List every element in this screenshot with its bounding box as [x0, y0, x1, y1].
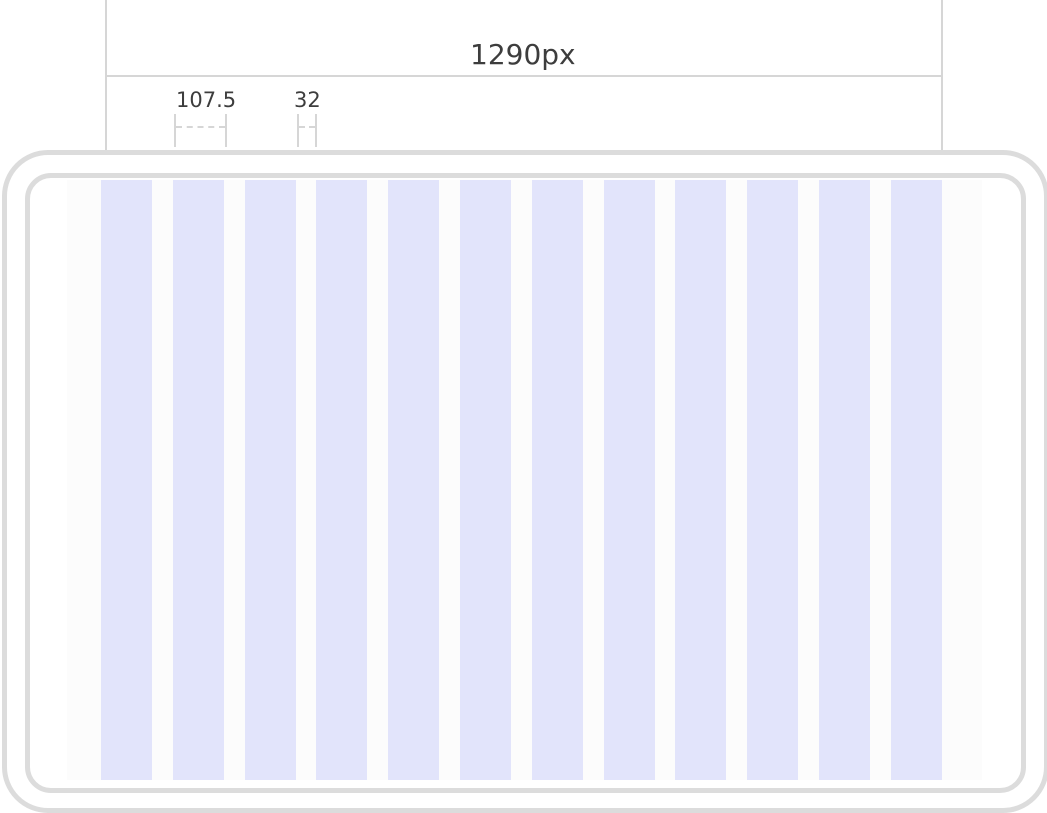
grid-column-7 — [532, 180, 583, 780]
grid-column-2 — [173, 180, 224, 780]
grid-column-10 — [747, 180, 798, 780]
column-width-left-tick — [174, 114, 176, 147]
grid-column-12 — [891, 180, 942, 780]
grid-column-9 — [675, 180, 726, 780]
total-width-label: 1290px — [470, 38, 576, 71]
grid-column-8 — [604, 180, 655, 780]
column-width-dimension-line — [176, 126, 225, 128]
gutter-width-label: 32 — [294, 88, 321, 112]
grid-column-4 — [316, 180, 367, 780]
total-width-dimension-line — [105, 75, 943, 77]
grid-column-3 — [245, 180, 296, 780]
gutter-width-right-tick — [315, 114, 317, 147]
grid-column-1 — [101, 180, 152, 780]
gutter-width-left-tick — [297, 114, 299, 147]
gutter-width-dimension-line — [299, 126, 315, 128]
column-width-right-tick — [225, 114, 227, 147]
grid-column-5 — [388, 180, 439, 780]
grid-column-11 — [819, 180, 870, 780]
column-width-label: 107.5 — [176, 88, 237, 112]
grid-column-6 — [460, 180, 511, 780]
